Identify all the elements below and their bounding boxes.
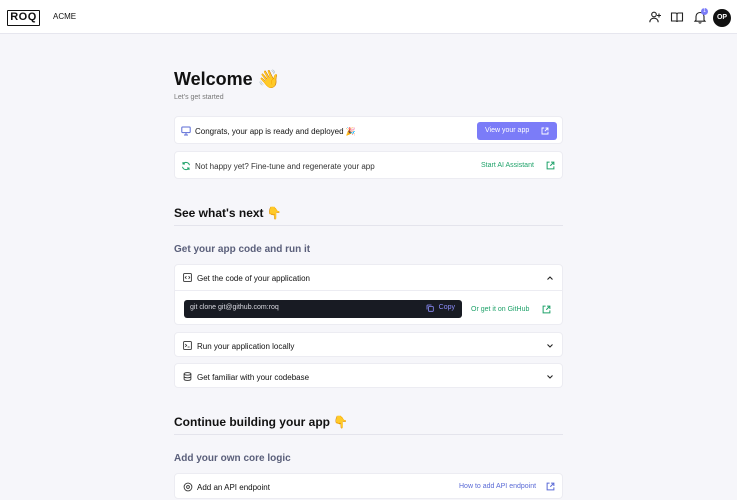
monitor-icon xyxy=(181,126,191,136)
copy-label: Copy xyxy=(438,304,455,311)
view-app-label: View your app xyxy=(485,127,530,134)
accordion-get-code: Get the code of your application git clo… xyxy=(174,264,563,325)
accordion-label: Get the code of your application xyxy=(197,274,310,283)
group-title-app-code: Get your app code and run it xyxy=(174,244,311,255)
external-link-icon xyxy=(541,127,549,135)
notification-badge: 1 xyxy=(701,8,708,15)
top-bar: ROQ ACME 1 OP xyxy=(0,0,737,34)
start-ai-assistant-link[interactable]: Start AI Assistant xyxy=(481,162,534,169)
accordion-get-code-header[interactable]: Get the code of your application xyxy=(175,265,562,290)
api-endpoint-help-link[interactable]: How to add API endpoint xyxy=(459,483,536,490)
group-title-core-logic: Add your own core logic xyxy=(174,453,291,464)
page-subtitle: Let's get started xyxy=(174,94,224,101)
external-link-icon[interactable] xyxy=(546,161,555,170)
external-link-icon[interactable] xyxy=(546,482,555,491)
chevron-up-icon[interactable] xyxy=(546,274,554,282)
api-icon xyxy=(183,482,193,492)
regenerate-card: Not happy yet? Fine-tune and regenerate … xyxy=(174,151,563,179)
github-link[interactable]: Or get it on GitHub xyxy=(471,306,529,313)
accordion-api-endpoint[interactable]: Add an API endpoint How to add API endpo… xyxy=(174,473,563,499)
chevron-down-icon[interactable] xyxy=(546,342,554,350)
view-app-button[interactable]: View your app xyxy=(477,122,557,140)
accordion-label: Add an API endpoint xyxy=(197,483,270,492)
external-link-icon[interactable] xyxy=(542,305,551,314)
chevron-down-icon[interactable] xyxy=(546,373,554,381)
page-title: Welcome 👋 xyxy=(174,69,281,89)
book-icon[interactable] xyxy=(670,10,684,24)
code-command-text: git clone git@github.com:roq xyxy=(190,304,279,311)
refresh-icon xyxy=(182,161,190,171)
accordion-label: Run your application locally xyxy=(197,342,295,351)
add-user-icon[interactable] xyxy=(648,10,662,24)
divider xyxy=(175,290,562,291)
terminal-icon xyxy=(183,341,192,350)
accordion-run-locally[interactable]: Run your application locally xyxy=(174,332,563,357)
roq-logo[interactable]: ROQ xyxy=(7,10,40,26)
regenerate-message: Not happy yet? Fine-tune and regenerate … xyxy=(195,162,375,171)
avatar[interactable]: OP xyxy=(713,9,731,27)
accordion-label: Get familiar with your codebase xyxy=(197,373,310,382)
git-clone-command: git clone git@github.com:roq Copy xyxy=(184,300,462,318)
org-name[interactable]: ACME xyxy=(53,12,76,21)
divider xyxy=(174,225,563,226)
section-title-continue: Continue building your app 👇 xyxy=(174,415,349,429)
deploy-message: Congrats, your app is ready and deployed… xyxy=(195,127,356,136)
accordion-codebase[interactable]: Get familiar with your codebase xyxy=(174,363,563,388)
section-title-next: See what's next 👇 xyxy=(174,206,282,220)
divider xyxy=(174,434,563,435)
copy-button[interactable]: Copy xyxy=(426,304,455,312)
copy-icon xyxy=(426,304,434,312)
database-icon xyxy=(183,372,192,381)
deploy-card: Congrats, your app is ready and deployed… xyxy=(174,116,563,144)
code-file-icon xyxy=(183,273,192,282)
